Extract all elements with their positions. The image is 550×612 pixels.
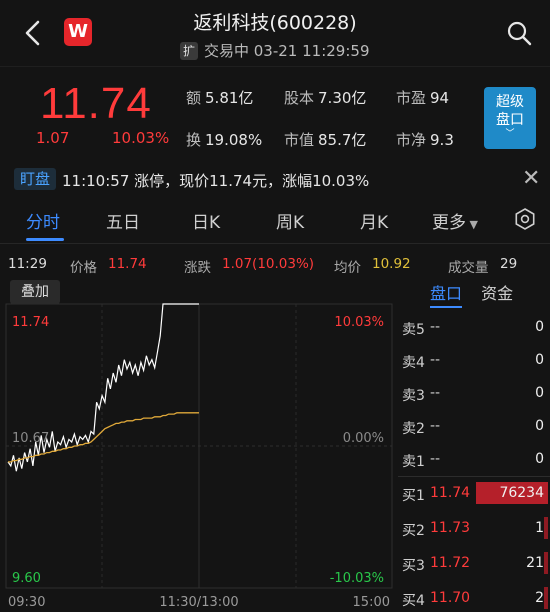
axis-pct-bottom: -10.03%	[330, 571, 384, 586]
stat-share-capital: 股本 7.30亿	[284, 89, 367, 107]
level-label: 买1	[402, 488, 425, 504]
app-header: W 返利科技(600228) 扩 交易中 03-21 11:29:59	[0, 0, 550, 66]
gear-icon[interactable]	[514, 208, 536, 230]
level-price: --	[430, 319, 441, 335]
buy-row[interactable]: 买1 11.74 76234	[400, 478, 550, 508]
tab-daily-k[interactable]: 日K	[192, 208, 220, 233]
close-icon[interactable]: ✕	[522, 168, 540, 190]
axis-price-mid: 10.67	[12, 431, 49, 446]
volume-bar	[544, 552, 548, 574]
watch-alert-bar: 盯盘 11:10:57 涨停，现价11.74元，涨幅10.03% ✕	[0, 162, 550, 196]
stat-turnover-amount: 额 5.81亿	[186, 89, 254, 107]
level-label: 卖4	[402, 355, 425, 371]
buy-row[interactable]: 买2 11.73 1	[400, 513, 550, 543]
intraday-chart-svg: 11.74 10.67 9.60 10.03% 0.00% -10.03% 09…	[5, 303, 393, 610]
tab-more[interactable]: 更多 ▼	[432, 208, 478, 233]
crosshair-info-row: 11:29 价格 11.74 涨跌 1.07(10.03%) 均价 10.92 …	[0, 252, 550, 278]
tab-weekly-k[interactable]: 周K	[276, 208, 304, 233]
info-price-value: 11.74	[108, 256, 147, 272]
level-label: 卖2	[402, 421, 425, 437]
level-volume: 0	[535, 319, 544, 335]
level-price: 11.74	[430, 485, 471, 501]
caret-down-icon: ▼	[466, 218, 478, 231]
quote-panel: 11.74 1.07 10.03% 额 5.81亿 股本 7.30亿 市盈 94 换1…	[0, 66, 550, 162]
axis-price-top: 11.74	[12, 315, 49, 330]
axis-time-mid: 11:30/13:00	[159, 595, 238, 610]
level-volume: 2	[535, 590, 544, 606]
level-price: --	[430, 418, 441, 434]
level-label: 卖1	[402, 454, 425, 470]
level-volume: 21	[526, 555, 544, 571]
tab-orderbook[interactable]: 盘口	[430, 284, 463, 308]
info-avg-value: 10.92	[372, 256, 411, 272]
chevron-down-icon: ﹀	[505, 129, 515, 139]
status-text: 交易中 03-21 11:29:59	[204, 42, 370, 60]
info-change-value: 1.07(10.03%)	[222, 256, 315, 272]
level-price: 11.73	[430, 520, 471, 536]
volume-bar	[544, 517, 548, 539]
chart-tabs: 分时 五日 日K 周K 月K 更多 ▼	[0, 196, 550, 244]
stat-market-cap: 市值 85.7亿	[284, 131, 367, 149]
level-volume: 0	[535, 352, 544, 368]
axis-time-end: 15:00	[353, 595, 390, 610]
tab-five-day[interactable]: 五日	[106, 208, 140, 233]
level-price: --	[430, 352, 441, 368]
axis-pct-top: 10.03%	[334, 315, 384, 330]
level-volume: 0	[535, 451, 544, 467]
stock-title: 返利科技(600228)	[193, 12, 357, 34]
price-change-pct: 10.03%	[112, 129, 170, 147]
axis-pct-mid: 0.00%	[343, 431, 384, 446]
watch-message: 11:10:57 涨停，现价11.74元，涨幅10.03%	[62, 172, 370, 190]
price-change: 1.07	[36, 129, 70, 147]
active-tab-indicator	[26, 238, 64, 241]
stat-pb-ratio: 市净 9.3	[396, 131, 454, 149]
trading-status: 扩 交易中 03-21 11:29:59	[180, 40, 370, 61]
level-label: 卖5	[402, 322, 425, 338]
level-label: 买4	[402, 593, 425, 609]
sell-row[interactable]: 卖5 -- 0	[400, 312, 550, 342]
orderbook-tabs: 盘口 资金	[430, 280, 513, 308]
expand-badge[interactable]: 扩	[180, 41, 198, 60]
info-time: 11:29	[8, 256, 47, 272]
level-price: 11.72	[430, 555, 471, 571]
stat-turnover-rate: 换 19.08%	[186, 131, 263, 149]
axis-time-start: 09:30	[8, 595, 45, 610]
axis-price-bottom: 9.60	[12, 571, 41, 586]
volume-bar	[544, 587, 548, 609]
sell-row[interactable]: 卖4 -- 0	[400, 345, 550, 375]
info-volume-label: 成交量	[448, 260, 489, 276]
level-volume: 1	[535, 520, 544, 536]
sell-row[interactable]: 卖2 -- 0	[400, 411, 550, 441]
overlay-button[interactable]: 叠加	[10, 280, 60, 304]
level-label: 买3	[402, 558, 425, 574]
current-price: 11.74	[40, 79, 152, 128]
info-price-label: 价格	[70, 260, 97, 276]
intraday-chart[interactable]: 11.74 10.67 9.60 10.03% 0.00% -10.03% 09…	[0, 278, 396, 612]
level-volume: 0	[535, 385, 544, 401]
sell-row[interactable]: 卖3 -- 0	[400, 378, 550, 408]
buy-row[interactable]: 买3 11.72 21	[400, 548, 550, 578]
sell-row[interactable]: 卖1 -- 0	[400, 444, 550, 474]
level-volume: 0	[535, 418, 544, 434]
tab-intraday[interactable]: 分时	[26, 208, 60, 233]
level-label: 卖3	[402, 388, 425, 404]
stat-pe-ratio: 市盈 94	[396, 89, 450, 107]
buy-row[interactable]: 买4 11.70 2	[400, 583, 550, 612]
level-volume: 76234	[499, 485, 544, 501]
orderbook-divider	[398, 476, 550, 477]
level-price: --	[430, 451, 441, 467]
info-avg-label: 均价	[334, 260, 361, 276]
level-price: 11.70	[430, 590, 471, 606]
tab-capital-flow[interactable]: 资金	[481, 284, 513, 303]
info-volume-value: 29	[500, 256, 518, 272]
super-orderbook-button[interactable]: 超级 盘口 ﹀	[484, 87, 536, 149]
info-change-label: 涨跌	[184, 260, 211, 276]
watch-tag[interactable]: 盯盘	[14, 168, 56, 190]
level-label: 买2	[402, 523, 425, 539]
tab-monthly-k[interactable]: 月K	[360, 208, 388, 233]
level-price: --	[430, 385, 441, 401]
search-icon[interactable]	[506, 20, 532, 46]
